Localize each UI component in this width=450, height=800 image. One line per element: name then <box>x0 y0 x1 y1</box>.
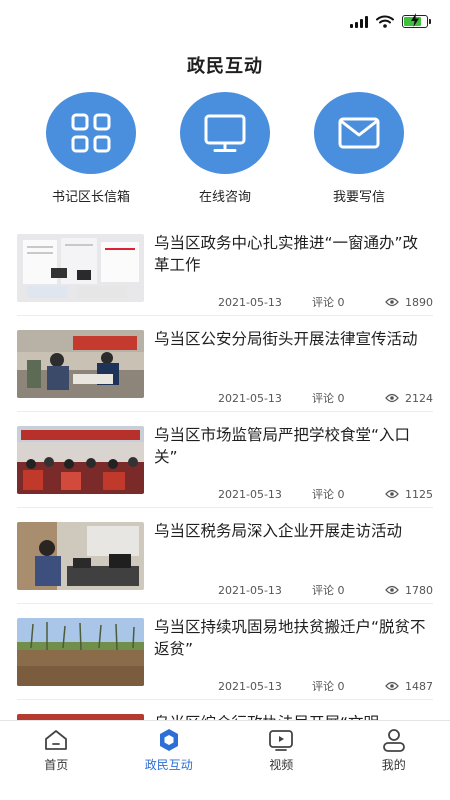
quick-actions: 书记区长信箱 在线咨询 我要写信 <box>0 92 450 205</box>
news-thumbnail <box>17 618 144 686</box>
grid-icon <box>46 92 136 174</box>
news-thumbnail <box>17 330 144 398</box>
user-icon <box>382 729 405 752</box>
status-bar <box>0 0 450 44</box>
write-letter-label: 我要写信 <box>332 190 385 205</box>
news-date: 2021-05-13 <box>218 295 282 309</box>
news-thumbnail <box>17 522 144 590</box>
news-meta: 2021-05-13 评论 0 1125 <box>218 486 433 502</box>
eye-icon <box>385 393 399 403</box>
tab-interaction[interactable]: 政民互动 <box>129 727 209 800</box>
news-title: 乌当区政务中心扎实推进“一窗通办”改革工作 <box>154 234 419 274</box>
news-meta: 2021-05-13 评论 0 2124 <box>218 390 433 406</box>
news-list: 乌当区政务中心扎实推进“一窗通办”改革工作 2021-05-13 评论 0 18… <box>17 220 433 796</box>
eye-icon <box>385 297 399 307</box>
news-comment-count: 评论 0 <box>312 488 345 501</box>
news-view-count: 1487 <box>405 679 433 693</box>
tab-profile[interactable]: 我的 <box>354 727 434 800</box>
news-comment-count: 评论 0 <box>312 584 345 597</box>
news-views: 1890 <box>385 296 433 309</box>
news-date: 2021-05-13 <box>218 391 282 405</box>
tab-bar: 首页 政民互动 视频 我的 <box>0 720 450 800</box>
mail-icon <box>314 92 404 174</box>
tab-profile-label: 我的 <box>381 758 406 772</box>
news-date: 2021-05-13 <box>218 487 282 501</box>
tab-video-label: 视频 <box>269 758 294 772</box>
eye-icon <box>385 489 399 499</box>
eye-icon <box>385 585 399 595</box>
news-view-count: 1890 <box>405 295 433 309</box>
news-views: 1780 <box>385 584 433 597</box>
write-letter-button[interactable]: 我要写信 <box>299 92 419 205</box>
news-body: 乌当区市场监管局严把学校食堂“入口关” 2021-05-13 评论 0 1125 <box>154 424 433 506</box>
news-item[interactable]: 乌当区税务局深入企业开展走访活动 2021-05-13 评论 0 1780 <box>17 508 433 604</box>
news-title: 乌当区税务局深入企业开展走访活动 <box>154 522 403 540</box>
online-consult-label: 在线咨询 <box>198 190 251 205</box>
mayor-mailbox-label: 书记区长信箱 <box>51 190 130 205</box>
tab-home[interactable]: 首页 <box>16 727 96 800</box>
news-date: 2021-05-13 <box>218 583 282 597</box>
news-meta: 2021-05-13 评论 0 1780 <box>218 582 433 598</box>
wifi-icon <box>376 15 394 28</box>
news-meta: 2021-05-13 评论 0 1487 <box>218 678 433 694</box>
news-comment-count: 评论 0 <box>312 680 345 693</box>
monitor-icon <box>180 92 270 174</box>
news-title: 乌当区公安分局街头开展法律宣传活动 <box>154 330 418 348</box>
tab-home-label: 首页 <box>44 758 69 772</box>
news-views: 1125 <box>385 488 433 501</box>
news-body: 乌当区持续巩固易地扶贫搬迁户“脱贫不返贫” 2021-05-13 评论 0 14… <box>154 616 433 698</box>
page-title: 政民互动 <box>187 56 263 77</box>
news-title: 乌当区持续巩固易地扶贫搬迁户“脱贫不返贫” <box>154 618 426 658</box>
news-title: 乌当区市场监管局严把学校食堂“入口关” <box>154 426 411 466</box>
online-consult-button[interactable]: 在线咨询 <box>165 92 285 205</box>
news-item[interactable]: 乌当区政务中心扎实推进“一窗通办”改革工作 2021-05-13 评论 0 18… <box>17 220 433 316</box>
signal-icon <box>350 15 368 28</box>
news-view-count: 1125 <box>405 487 433 501</box>
home-icon <box>45 730 68 750</box>
news-view-count: 2124 <box>405 391 433 405</box>
news-date: 2021-05-13 <box>218 679 282 693</box>
news-comment-count: 评论 0 <box>312 392 345 405</box>
tab-interaction-label: 政民互动 <box>144 758 193 772</box>
eye-icon <box>385 681 399 691</box>
news-body: 乌当区税务局深入企业开展走访活动 2021-05-13 评论 0 1780 <box>154 520 433 602</box>
news-item[interactable]: 乌当区持续巩固易地扶贫搬迁户“脱贫不返贫” 2021-05-13 评论 0 14… <box>17 604 433 700</box>
news-thumbnail <box>17 234 144 302</box>
news-meta: 2021-05-13 评论 0 1890 <box>218 294 433 310</box>
news-body: 乌当区政务中心扎实推进“一窗通办”改革工作 2021-05-13 评论 0 18… <box>154 232 433 314</box>
video-icon <box>269 730 294 751</box>
tab-video[interactable]: 视频 <box>241 727 321 800</box>
news-body: 乌当区公安分局街头开展法律宣传活动 2021-05-13 评论 0 2124 <box>154 328 433 410</box>
mayor-mailbox-button[interactable]: 书记区长信箱 <box>31 92 151 205</box>
news-view-count: 1780 <box>405 583 433 597</box>
battery-icon <box>402 13 431 28</box>
interaction-icon <box>159 729 178 751</box>
news-item[interactable]: 乌当区公安分局街头开展法律宣传活动 2021-05-13 评论 0 2124 <box>17 316 433 412</box>
news-views: 2124 <box>385 392 433 405</box>
news-item[interactable]: 乌当区市场监管局严把学校食堂“入口关” 2021-05-13 评论 0 1125 <box>17 412 433 508</box>
status-icons <box>350 13 431 28</box>
news-comment-count: 评论 0 <box>312 296 345 309</box>
news-views: 1487 <box>385 680 433 693</box>
news-thumbnail <box>17 426 144 494</box>
